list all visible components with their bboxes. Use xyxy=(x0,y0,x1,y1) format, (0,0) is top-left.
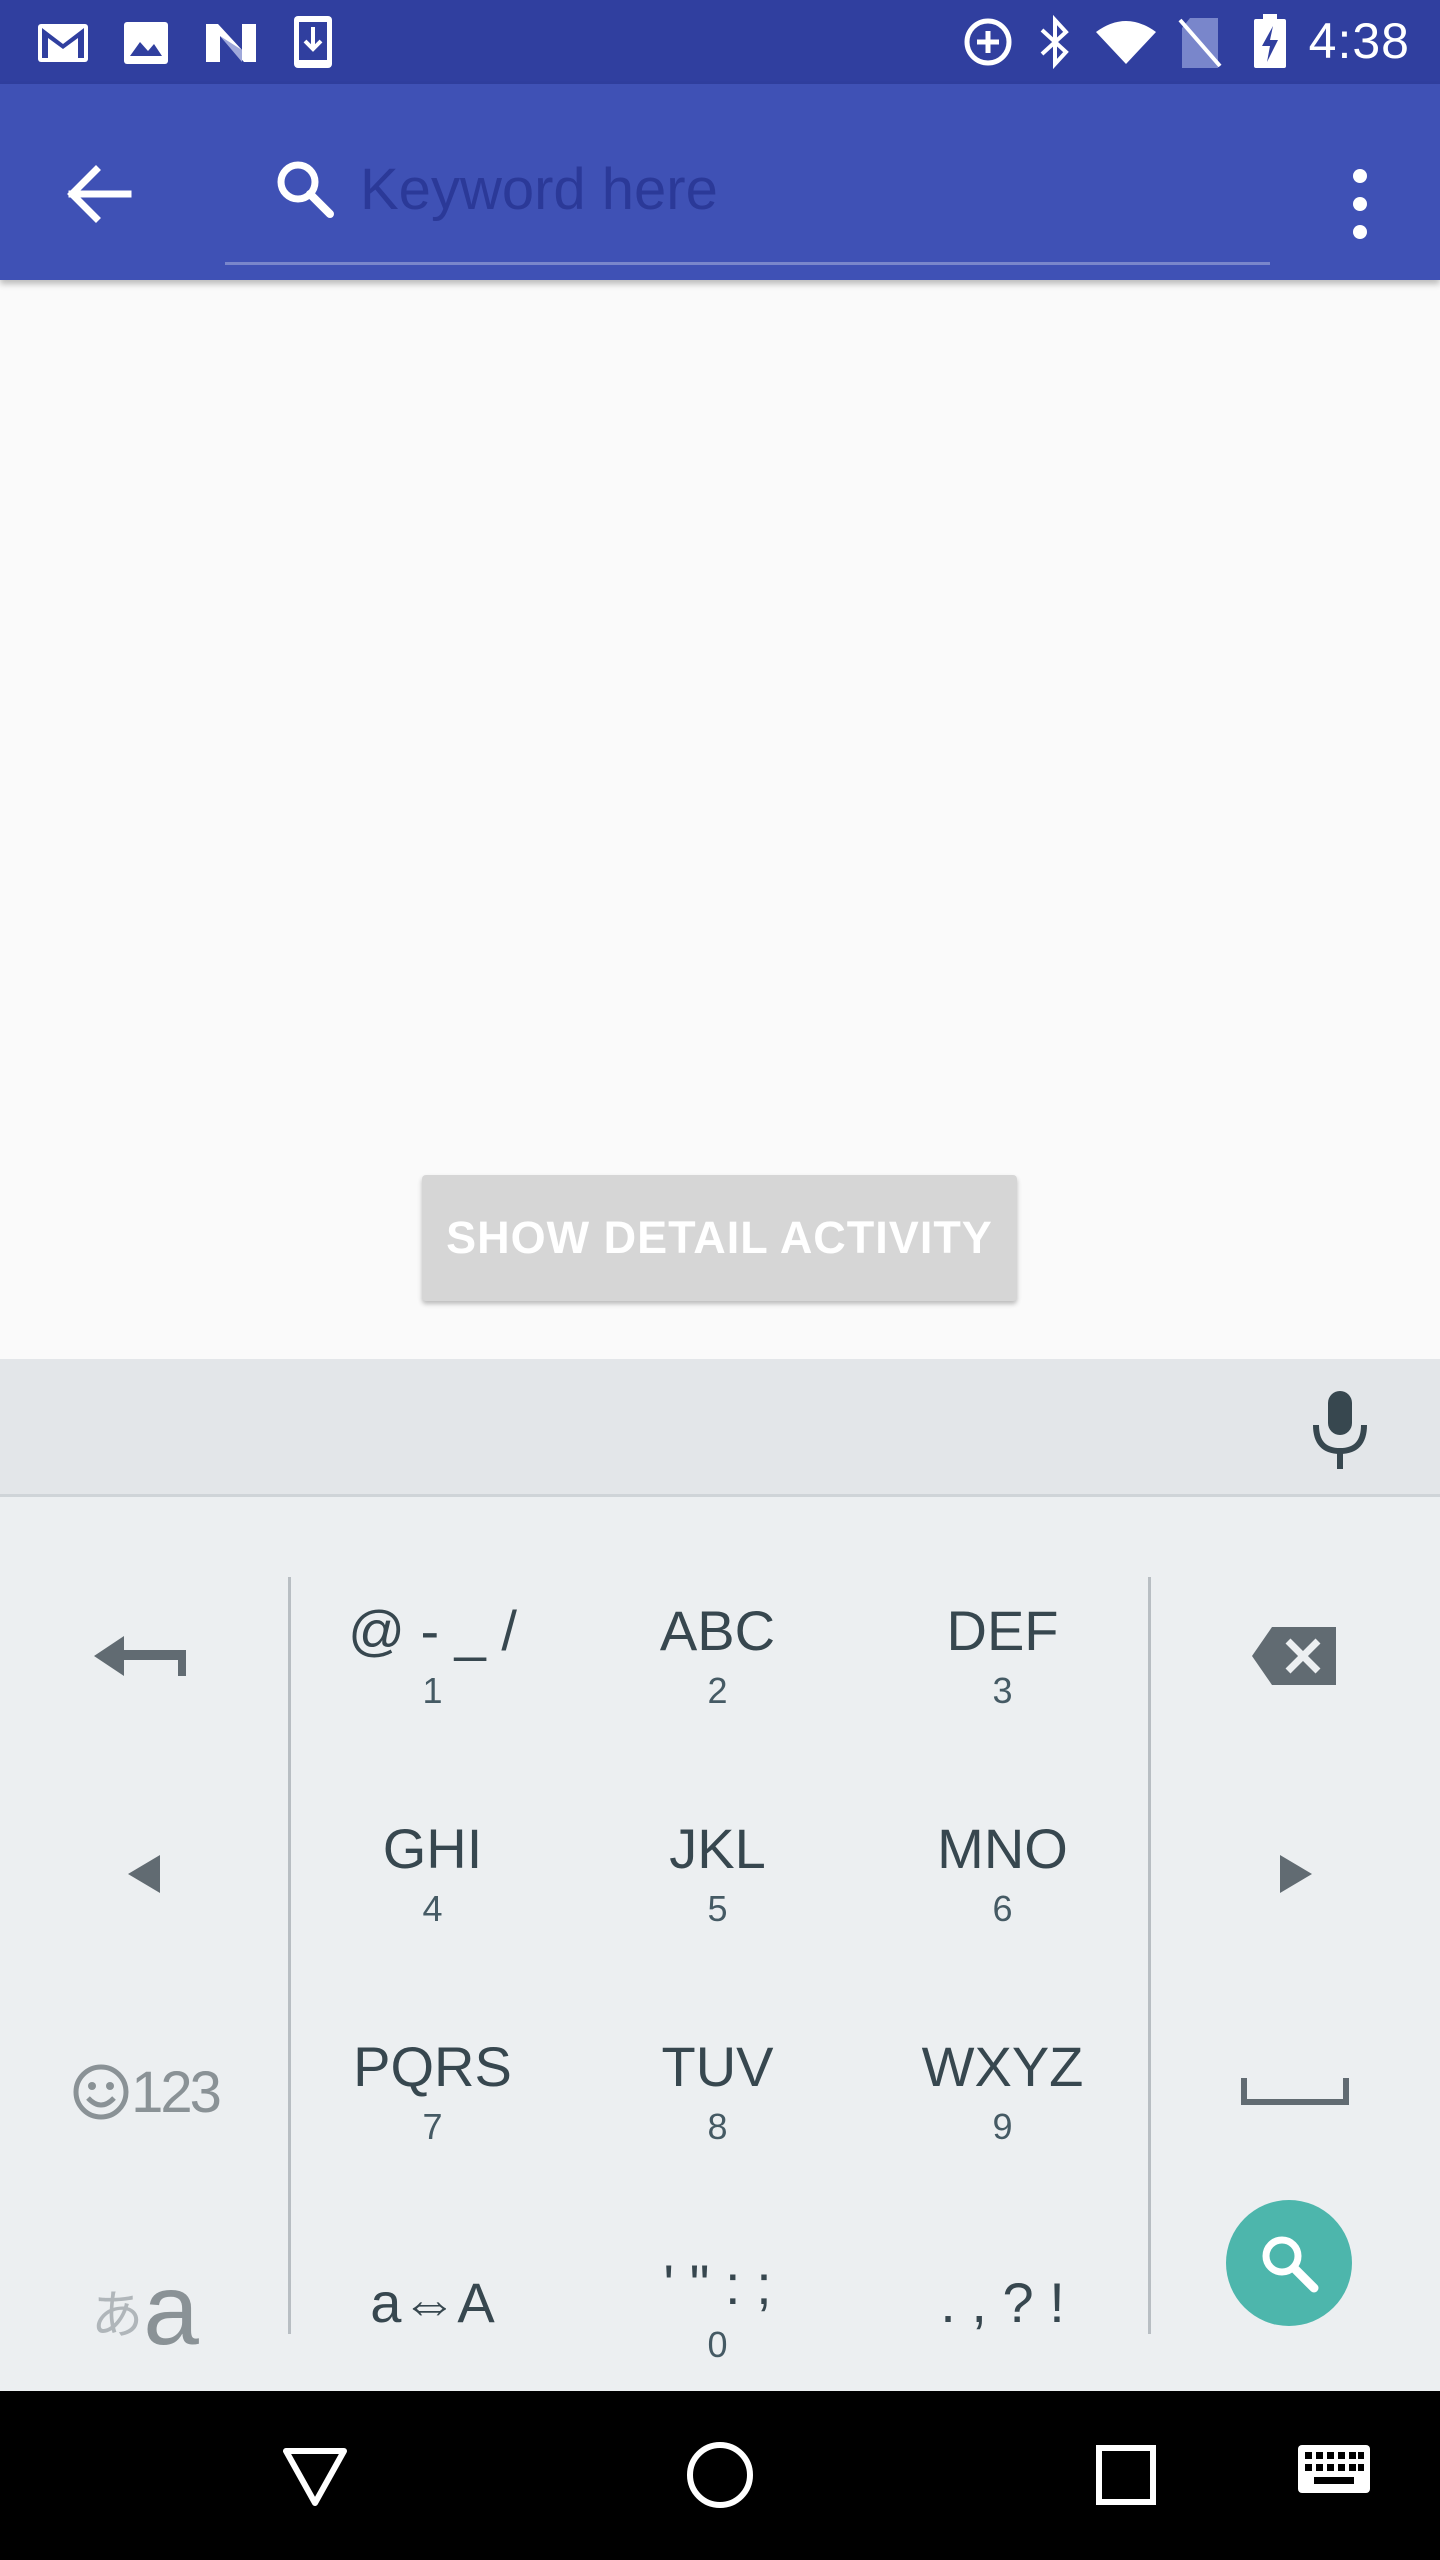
key-7[interactable]: PQRS 7 xyxy=(290,1983,575,2201)
search-action-button[interactable] xyxy=(1226,2200,1352,2326)
more-vert-icon xyxy=(1353,169,1367,239)
key-1[interactable]: @ - _ / 1 xyxy=(290,1547,575,1765)
emoji-key-label: 123 xyxy=(131,2059,222,2125)
bluetooth-icon xyxy=(1040,14,1069,70)
no-sim-icon xyxy=(1178,18,1222,68)
key-0[interactable]: ' " : ; 0 xyxy=(575,2201,860,2419)
key-5[interactable]: JKL 5 xyxy=(575,1765,860,1983)
keyboard-suggestion-strip xyxy=(0,1359,1440,1497)
download-icon xyxy=(294,16,332,68)
space-bar-icon xyxy=(1241,2078,1349,2105)
data-saver-icon xyxy=(964,18,1012,66)
key-8[interactable]: TUV 8 xyxy=(575,1983,860,2201)
voice-input-button[interactable] xyxy=(1300,1379,1380,1479)
cursor-right-key[interactable] xyxy=(1150,1765,1440,1983)
cursor-left-key[interactable] xyxy=(0,1765,290,1983)
navigation-bar xyxy=(0,2391,1440,2560)
status-time: 4:38 xyxy=(1308,13,1410,69)
battery-charging-icon xyxy=(1254,14,1286,68)
key-2[interactable]: ABC 2 xyxy=(575,1547,860,1765)
input-mode-key[interactable]: あ a xyxy=(0,2201,290,2419)
backspace-key[interactable] xyxy=(1150,1547,1440,1765)
smiley-icon xyxy=(73,2064,129,2120)
keyboard-switch-icon[interactable] xyxy=(1296,2443,1372,2499)
kana-label: あ xyxy=(91,2285,144,2346)
recents-nav-icon[interactable] xyxy=(1094,2443,1158,2507)
search-icon xyxy=(1262,2236,1319,2293)
toolbar xyxy=(0,84,1440,280)
search-input[interactable] xyxy=(360,139,1240,239)
gmail-icon xyxy=(38,24,88,62)
back-button[interactable] xyxy=(50,144,150,244)
status-bar: 4:38 xyxy=(0,0,1440,84)
overflow-menu-button[interactable] xyxy=(1330,154,1390,254)
n-logo-icon xyxy=(206,24,256,62)
keyboard-keypad: 123 あ a @ - _ / 1 ABC 2 DEF 3 GHI 4 JKL … xyxy=(0,1497,1440,2391)
key-4[interactable]: GHI 4 xyxy=(290,1765,575,1983)
emoji-symbols-key[interactable]: 123 xyxy=(0,1983,290,2201)
show-detail-activity-button[interactable]: SHOW DETAIL ACTIVITY xyxy=(422,1175,1017,1301)
home-nav-icon[interactable] xyxy=(684,2439,756,2511)
back-nav-icon[interactable] xyxy=(280,2441,350,2511)
triangle-left-icon xyxy=(128,1855,160,1893)
punctuation-key[interactable]: . , ? ! xyxy=(860,2201,1145,2419)
space-key[interactable] xyxy=(1150,1983,1440,2201)
microphone-icon xyxy=(1313,1391,1367,1469)
search-underline xyxy=(225,262,1270,265)
key-9[interactable]: WXYZ 9 xyxy=(860,1983,1145,2201)
key-6[interactable]: MNO 6 xyxy=(860,1765,1145,1983)
triangle-right-icon xyxy=(1280,1855,1312,1893)
case-toggle-key[interactable]: a⇔A xyxy=(290,2201,575,2419)
search-icon xyxy=(270,154,340,224)
undo-key[interactable] xyxy=(0,1547,290,1765)
undo-arrow-icon xyxy=(94,1636,186,1676)
image-icon xyxy=(124,22,168,64)
wifi-icon xyxy=(1096,21,1156,64)
key-3[interactable]: DEF 3 xyxy=(860,1547,1145,1765)
backspace-icon xyxy=(1252,1627,1336,1685)
latin-label: a xyxy=(143,2254,199,2366)
back-arrow-icon xyxy=(67,165,132,223)
